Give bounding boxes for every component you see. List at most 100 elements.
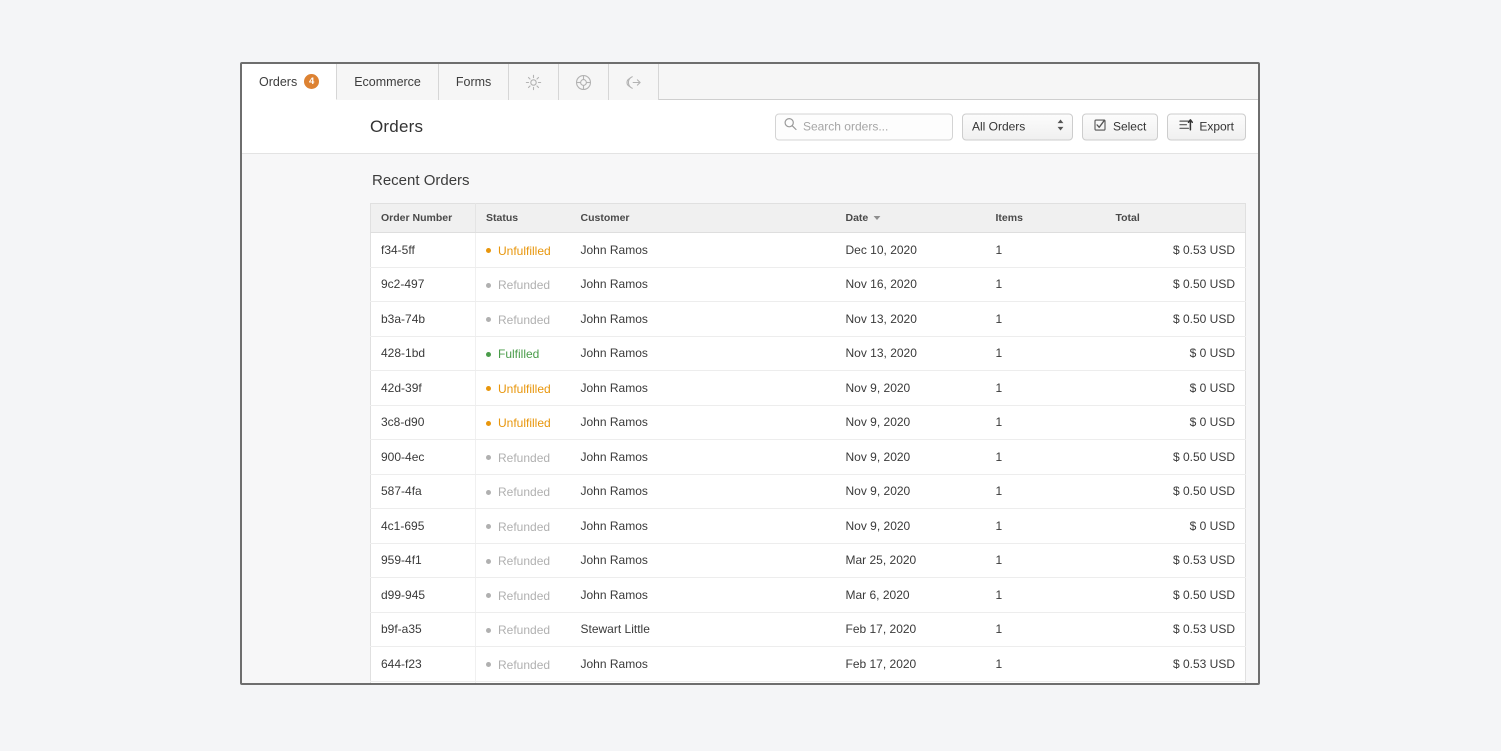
tab-gear[interactable]: [509, 64, 560, 100]
status-badge: Refunded: [486, 554, 550, 568]
cell-status: Unfulfilled: [475, 232, 571, 268]
column-header-total[interactable]: Total: [1105, 203, 1246, 234]
cell-total: $ 0 USD: [1105, 336, 1246, 372]
export-button[interactable]: Export: [1167, 113, 1246, 140]
table-row[interactable]: b9f-a35 Refunded Stewart Little Feb 17, 202…: [370, 612, 1246, 648]
status-badge: Refunded: [486, 485, 550, 499]
table-row[interactable]: 4c1-695 Refunded John Ramos Nov 9, 2020 1 $ 0…: [370, 508, 1246, 544]
column-header-label: Items: [995, 212, 1023, 225]
cell-date: Nov 13, 2020: [835, 336, 986, 372]
cell-customer: John Ramos: [570, 577, 836, 613]
search-input-wrapper[interactable]: [774, 113, 953, 140]
cell-status: Refunded: [475, 474, 571, 510]
cell-items: 1: [985, 646, 1106, 682]
select-button[interactable]: Select: [1081, 113, 1159, 140]
tab-label: Ecommerce: [354, 75, 421, 89]
column-header-date[interactable]: Date: [835, 203, 986, 234]
cell-date: Nov 9, 2020: [835, 474, 986, 510]
table-row[interactable]: 900-4ec Refunded John Ramos Nov 9, 2020 1 $ 0…: [370, 439, 1246, 475]
table-row[interactable]: 42d-39f Unfulfilled John Ramos Nov 9, 2020 1…: [370, 370, 1246, 406]
cell-order-number: 587-4fa: [370, 474, 476, 510]
cell-status: Unfulfilled: [475, 405, 571, 441]
cell-total: $ 0.53 USD: [1105, 543, 1246, 579]
status-dot-icon: [486, 489, 491, 495]
column-header-label: Order Number: [381, 212, 453, 225]
cell-order-number: d99-945: [370, 577, 476, 613]
cell-status: Refunded: [475, 301, 571, 337]
column-header-status[interactable]: Status: [475, 203, 571, 234]
table-row[interactable]: 428-1bd Fulfilled John Ramos Nov 13, 2020 1 $…: [370, 336, 1246, 372]
column-header-label: Customer: [580, 212, 630, 225]
tab-orders[interactable]: Orders 4: [242, 64, 338, 100]
cell-total: $ 0.50 USD: [1105, 301, 1246, 337]
table-row[interactable]: f34-5ff Unfulfilled John Ramos Dec 10, 2020…: [370, 232, 1246, 268]
stepper-icon: [1056, 118, 1065, 136]
cell-date: Nov 13, 2020: [835, 301, 986, 337]
cell-order-number: b3a-74b: [370, 301, 476, 337]
tab-life-ring[interactable]: [559, 64, 610, 100]
column-header-order-number[interactable]: Order Number: [370, 203, 476, 234]
cell-order-number: 959-4f1: [370, 543, 476, 579]
table-row[interactable]: 587-4fa Refunded John Ramos Nov 9, 2020 1 $ 0…: [370, 474, 1246, 510]
table-row[interactable]: 959-4f1 Refunded John Ramos Mar 25, 2020 1 $ …: [370, 543, 1246, 579]
search-input[interactable]: [802, 119, 952, 134]
cell-date: Dec 10, 2020: [835, 232, 986, 268]
status-badge: Refunded: [486, 658, 550, 672]
tab-forms[interactable]: Forms: [438, 64, 510, 100]
column-header-label: Date: [845, 212, 869, 224]
cell-items: 1: [985, 612, 1106, 648]
cell-order-number: 42d-39f: [370, 370, 476, 406]
order-filter-select[interactable]: All Orders: [961, 113, 1073, 140]
cell-total: $ 0.53 USD: [1105, 646, 1246, 682]
status-label: Refunded: [498, 554, 551, 569]
cell-status: Refunded: [475, 439, 571, 475]
table-row[interactable]: 807-deeUnfulfilledJohn RamosJan 24, 2020…: [371, 681, 1246, 683]
status-label: Refunded: [498, 278, 551, 293]
status-badge: Unfulfilled: [486, 382, 551, 396]
cell-date: Nov 16, 2020: [835, 267, 986, 303]
life-ring-icon: [575, 74, 592, 91]
status-label: Refunded: [498, 623, 551, 638]
column-header-items[interactable]: Items: [985, 203, 1106, 234]
cell-customer: John Ramos: [570, 336, 836, 372]
tab-sign-out[interactable]: [609, 64, 660, 100]
cell-total: $ 0.53 USD: [1105, 232, 1246, 268]
gear-icon: [525, 74, 542, 91]
status-badge: Refunded: [486, 451, 550, 465]
content-area: Recent Orders Order Number Status Customer…: [242, 154, 1258, 683]
table-row[interactable]: 9c2-497 Refunded John Ramos Nov 16, 2020 1 $ …: [370, 267, 1246, 303]
column-header-customer[interactable]: Customer: [570, 203, 836, 234]
table-row[interactable]: d99-945 Refunded John Ramos Mar 6, 2020 1 $ 0…: [370, 577, 1246, 613]
cell-status: Refunded: [475, 508, 571, 544]
orders-table: Order Number Status Customer Date Items Total…: [370, 203, 1246, 683]
cell-date: Nov 9, 2020: [835, 508, 986, 544]
cell-items: 1: [985, 267, 1106, 303]
cell-total: $ 0.53 USD: [1106, 681, 1246, 683]
cell-order-number: b9f-a35: [370, 612, 476, 648]
select-button-label: Select: [1112, 119, 1147, 134]
status-badge: Refunded: [486, 589, 550, 603]
table-row[interactable]: 644-f23 Refunded John Ramos Feb 17, 2020 1 $ …: [370, 646, 1246, 682]
status-label: Unfulfilled: [498, 416, 551, 431]
cell-order-number: 428-1bd: [370, 336, 476, 372]
table-row[interactable]: b3a-74b Refunded John Ramos Nov 13, 2020 1 $ …: [370, 301, 1246, 337]
cell-order-number: f34-5ff: [370, 232, 476, 268]
cell-customer: John Ramos: [570, 370, 836, 406]
sign-out-icon: [625, 74, 642, 91]
cell-date: Jan 24, 2020: [836, 681, 986, 683]
status-badge: Refunded: [486, 313, 550, 327]
cell-status: Refunded: [475, 577, 571, 613]
cell-date: Feb 17, 2020: [835, 646, 986, 682]
cell-customer: John Ramos: [570, 474, 836, 510]
cell-total: $ 0.53 USD: [1105, 612, 1246, 648]
tab-ecommerce[interactable]: Ecommerce: [337, 64, 439, 100]
status-label: Refunded: [498, 588, 551, 603]
status-dot-icon: [486, 524, 491, 530]
cell-status: Refunded: [475, 612, 571, 648]
cell-items: 1: [985, 405, 1106, 441]
table-row[interactable]: 3c8-d90 Unfulfilled John Ramos Nov 9, 2020 1…: [370, 405, 1246, 441]
cell-items: 1: [985, 577, 1106, 613]
cell-customer: John Ramos: [570, 543, 836, 579]
status-dot-icon: [486, 627, 491, 633]
cell-date: Mar 25, 2020: [835, 543, 986, 579]
